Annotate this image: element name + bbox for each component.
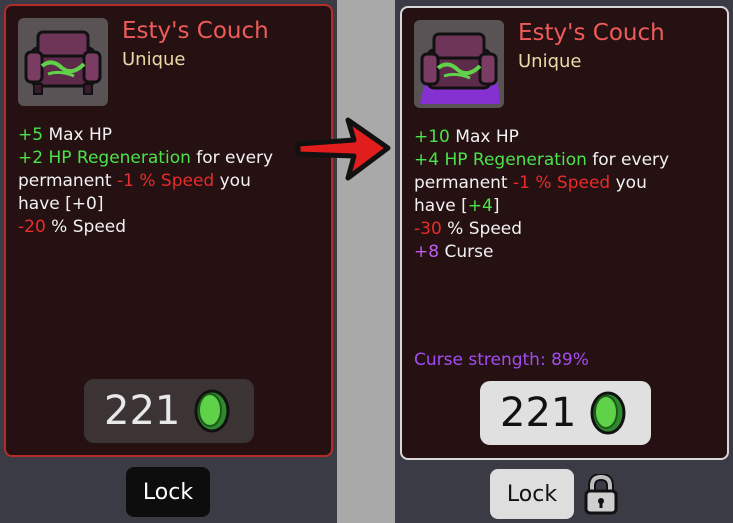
stat-text: Curse — [439, 242, 494, 262]
red-arrow-icon — [295, 117, 391, 181]
stat-value: +4 — [467, 196, 493, 216]
item-description: +10 Max HP +4 HP Regeneration for every … — [414, 126, 719, 264]
item-title: Esty's Couch — [122, 18, 269, 44]
stat-text: for every — [586, 150, 670, 170]
stat-value: +0 — [71, 194, 97, 214]
lock-button[interactable]: Lock — [126, 467, 210, 517]
stat-text: have [ — [18, 194, 72, 214]
stat-value: +10 — [414, 127, 450, 147]
curse-strength: Curse strength: 89% — [414, 350, 589, 370]
item-title: Esty's Couch — [518, 20, 665, 46]
price-box: 221 — [480, 381, 651, 445]
panel-divider — [337, 0, 395, 523]
stat-text: % Speed — [45, 217, 127, 237]
stat-text: ] — [96, 194, 104, 214]
item-card-before: Esty's Couch Unique +5 Max HP +2 HP Rege… — [4, 4, 333, 457]
item-thumbnail — [414, 20, 504, 108]
item-rarity: Unique — [518, 51, 582, 72]
stat-text: ] — [492, 196, 500, 216]
item-rarity: Unique — [122, 49, 186, 70]
lock-button[interactable]: Lock — [490, 469, 574, 519]
stat-value: -1 % Speed — [513, 173, 611, 193]
stat-text: permanent — [414, 173, 513, 193]
green-coin-icon — [194, 389, 230, 433]
stat-value: +5 — [18, 125, 44, 145]
price-value: 221 — [104, 388, 181, 434]
stat-value: +2 HP Regeneration — [18, 148, 191, 168]
stat-value: +4 HP Regeneration — [414, 150, 587, 170]
stat-value: +8 — [414, 242, 440, 262]
stat-text: you — [214, 171, 251, 191]
stat-value: -1 % Speed — [117, 171, 215, 191]
couch-icon — [24, 30, 102, 95]
item-description: +5 Max HP +2 HP Regeneration for every p… — [18, 124, 323, 239]
price-value: 221 — [500, 390, 577, 436]
stat-text: % Speed — [441, 219, 523, 239]
price-box: 221 — [84, 379, 254, 443]
stat-text: you — [610, 173, 647, 193]
stat-value: -30 — [414, 219, 442, 239]
stat-text: permanent — [18, 171, 117, 191]
padlock-icon — [584, 474, 618, 515]
green-coin-icon — [590, 391, 626, 435]
cursed-couch-icon — [420, 32, 500, 104]
stat-text: Max HP — [449, 127, 519, 147]
stat-text: Max HP — [43, 125, 113, 145]
item-card-after: Esty's Couch Unique +10 Max HP +4 HP Reg… — [400, 6, 729, 460]
stat-text: for every — [190, 148, 274, 168]
item-thumbnail — [18, 18, 108, 106]
stat-value: -20 — [18, 217, 46, 237]
stat-text: have [ — [414, 196, 468, 216]
